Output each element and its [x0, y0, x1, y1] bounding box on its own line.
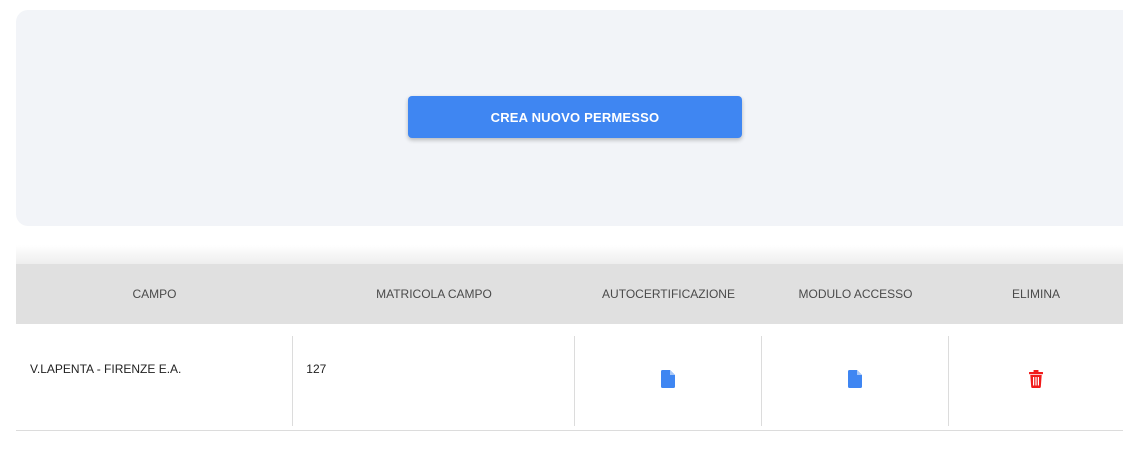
cell-autocertificazione [573, 336, 761, 426]
document-icon[interactable] [848, 370, 863, 388]
header-autocertificazione: AUTOCERTIFICAZIONE [602, 287, 735, 301]
header-modulo-accesso: MODULO ACCESSO [798, 287, 913, 301]
document-icon[interactable] [660, 370, 675, 388]
trash-icon[interactable] [1029, 370, 1044, 389]
header-matricola-campo: MATRICOLA CAMPO [376, 287, 492, 301]
table-header-row: CAMPO MATRICOLA CAMPO AUTOCERTIFICAZIONE… [16, 264, 1123, 324]
cell-elimina [948, 336, 1123, 426]
header-elimina: ELIMINA [1011, 287, 1060, 301]
cell-modulo-accesso [761, 336, 948, 426]
header-campo: CAMPO [132, 287, 177, 301]
autocertificazione-document-icon [660, 370, 675, 388]
page: CREA NUOVO PERMESSO CAMPO MATRICOLA CAMP… [0, 0, 1123, 452]
delete-trash-icon [1029, 370, 1044, 389]
modulo-accesso-document-icon [848, 370, 863, 388]
cell-campo: V.LAPENTA - FIRENZE E.A. [30, 362, 182, 376]
permits-table: CAMPO MATRICOLA CAMPO AUTOCERTIFICAZIONE… [16, 264, 1123, 431]
table-row: V.LAPENTA - FIRENZE E.A. 127 [16, 324, 1123, 431]
create-new-permit-button[interactable]: CREA NUOVO PERMESSO [408, 96, 742, 138]
cell-matricola: 127 [292, 336, 573, 426]
table-shadow [16, 245, 1123, 265]
